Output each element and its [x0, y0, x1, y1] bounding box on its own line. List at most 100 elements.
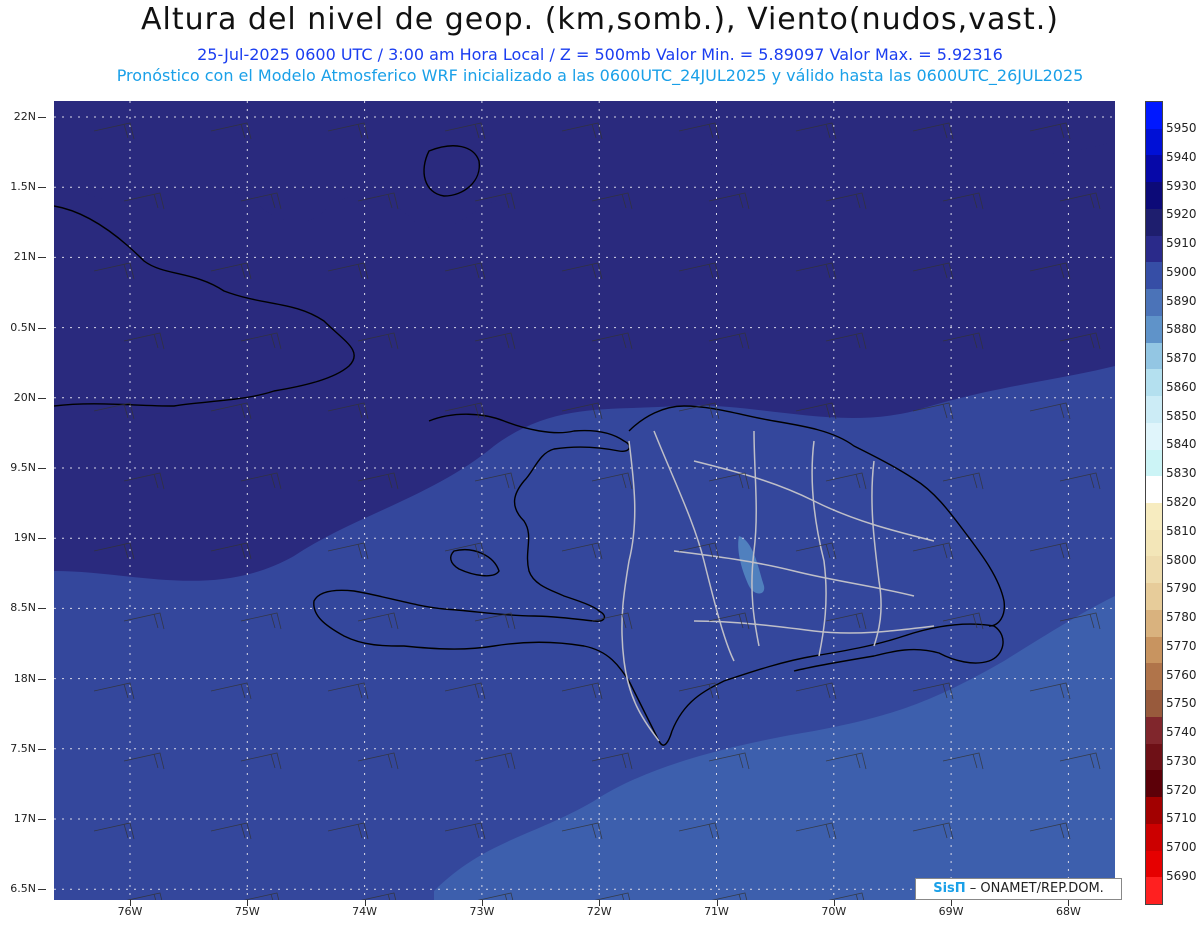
lat-tick-label: 9.5N — [10, 461, 36, 474]
wind-barb — [1029, 262, 1071, 280]
wind-barb — [444, 402, 486, 420]
colorbar-level-label: 5820 — [1166, 495, 1197, 509]
wind-barb — [327, 262, 369, 280]
lat-tick — [38, 678, 46, 680]
lat-tick — [38, 608, 46, 610]
colorbar-level-label: 5750 — [1166, 696, 1197, 711]
lat-tick — [38, 538, 46, 540]
colorbar-level-label: 5790 — [1166, 581, 1197, 596]
credit-text: – ONAMET/REP.DOM. — [965, 881, 1104, 896]
colorbar-cell — [1146, 823, 1162, 851]
wind-barb — [93, 262, 135, 280]
lon-tick-label: 71W — [704, 905, 729, 918]
lat-tick — [38, 468, 46, 469]
wind-barb — [327, 402, 369, 420]
lon-tick-label: 69W — [938, 905, 964, 918]
colorbar-cell — [1146, 315, 1162, 343]
lon-tick — [247, 900, 249, 906]
colorbar-cell — [1146, 743, 1162, 771]
colorbar-cell — [1146, 850, 1162, 878]
colorbar-cell — [1146, 289, 1162, 316]
colorbar-level-label: 5730 — [1166, 753, 1197, 768]
lon-tick — [951, 900, 953, 906]
wind-barb — [825, 192, 867, 210]
colorbar-level-label: 5950 — [1166, 121, 1197, 135]
colorbar-level-label: 5700 — [1166, 840, 1197, 855]
lon-tick — [1068, 900, 1070, 906]
wind-barb — [474, 332, 516, 350]
colorbar-cell — [1146, 636, 1162, 664]
lat-tick-label: 0.5N — [10, 320, 36, 334]
colorbar-level-label: 5800 — [1166, 552, 1197, 567]
lat-tick-label: 21N — [13, 250, 36, 264]
colorbar-level-label: 5910 — [1166, 236, 1197, 251]
colorbar-cell — [1146, 235, 1162, 263]
lat-tick-label: 17N — [13, 812, 36, 825]
wind-barb — [444, 262, 486, 280]
lat-tick-label: 18N — [13, 671, 36, 685]
colorbar-cell — [1146, 503, 1162, 530]
wind-barb — [825, 332, 867, 350]
lat-tick — [38, 397, 46, 399]
colorbar — [1145, 101, 1163, 905]
colorbar-level-label: 5740 — [1166, 725, 1197, 740]
colorbar-cell — [1146, 663, 1162, 691]
wind-barb — [591, 332, 633, 350]
lon-tick-label: 70W — [821, 905, 847, 918]
colorbar-level-label: 5840 — [1166, 437, 1197, 452]
lat-tick — [38, 748, 46, 750]
colorbar-cell — [1146, 102, 1162, 129]
chart-subtitle-time: 25-Jul-2025 0600 UTC / 3:00 am Hora Loca… — [197, 45, 1003, 64]
chart-subtitle-model: Pronóstico con el Modelo Atmosferico WRF… — [116, 66, 1084, 85]
lat-tick — [38, 327, 46, 329]
colorbar-cell — [1146, 690, 1162, 717]
lon-tick-label: 72W — [586, 905, 612, 918]
wind-barb — [708, 192, 750, 210]
lon-tick — [716, 900, 718, 906]
colorbar-cell — [1146, 609, 1162, 637]
lat-tick-label: 7.5N — [10, 741, 36, 755]
colorbar-cell — [1146, 529, 1162, 557]
map-canvas — [54, 101, 1115, 900]
wind-barb — [1059, 192, 1101, 210]
lat-tick-label: 22N — [13, 110, 36, 123]
geopotential-map — [54, 101, 1115, 900]
colorbar-level-label: 5760 — [1166, 667, 1197, 682]
colorbar-level-label: 5860 — [1166, 379, 1197, 394]
colorbar-level-label: 5870 — [1166, 351, 1197, 366]
lat-tick — [38, 187, 46, 189]
lon-tick — [599, 900, 601, 906]
lat-tick-label: 8.5N — [10, 601, 36, 615]
lat-tick-label: 19N — [13, 531, 36, 545]
colorbar-cell — [1146, 716, 1162, 744]
lon-tick-label: 73W — [469, 905, 495, 918]
wind-barb — [678, 262, 720, 280]
colorbar-cell — [1146, 770, 1162, 798]
wind-barb — [210, 402, 252, 420]
wind-barb — [942, 332, 984, 350]
lat-tick — [38, 117, 46, 118]
colorbar-level-label: 5770 — [1166, 638, 1197, 653]
colorbar-cell — [1146, 422, 1162, 450]
colorbar-cell — [1146, 476, 1162, 504]
wind-barb — [210, 542, 252, 560]
lon-tick — [481, 900, 483, 906]
brand-logo-text: SisΠ — [933, 881, 966, 896]
lon-tick — [130, 900, 131, 906]
colorbar-cell — [1146, 583, 1162, 610]
lat-tick — [38, 889, 46, 891]
lat-tick — [38, 819, 46, 820]
wind-barb — [357, 332, 399, 350]
lon-tick — [364, 900, 366, 906]
colorbar-cell — [1146, 556, 1162, 584]
lon-tick-label: 76W — [117, 905, 143, 918]
colorbar-level-label: 5880 — [1166, 322, 1197, 337]
colorbar-level-label: 5710 — [1166, 811, 1197, 826]
colorbar-level-label: 5890 — [1166, 293, 1197, 308]
wind-barb — [561, 262, 603, 280]
colorbar-cell — [1146, 262, 1162, 290]
wind-barb — [357, 472, 399, 490]
wind-barb — [942, 192, 984, 210]
colorbar-level-label: 5900 — [1166, 264, 1197, 279]
credit-box: SisΠ – ONAMET/REP.DOM. — [915, 878, 1122, 900]
